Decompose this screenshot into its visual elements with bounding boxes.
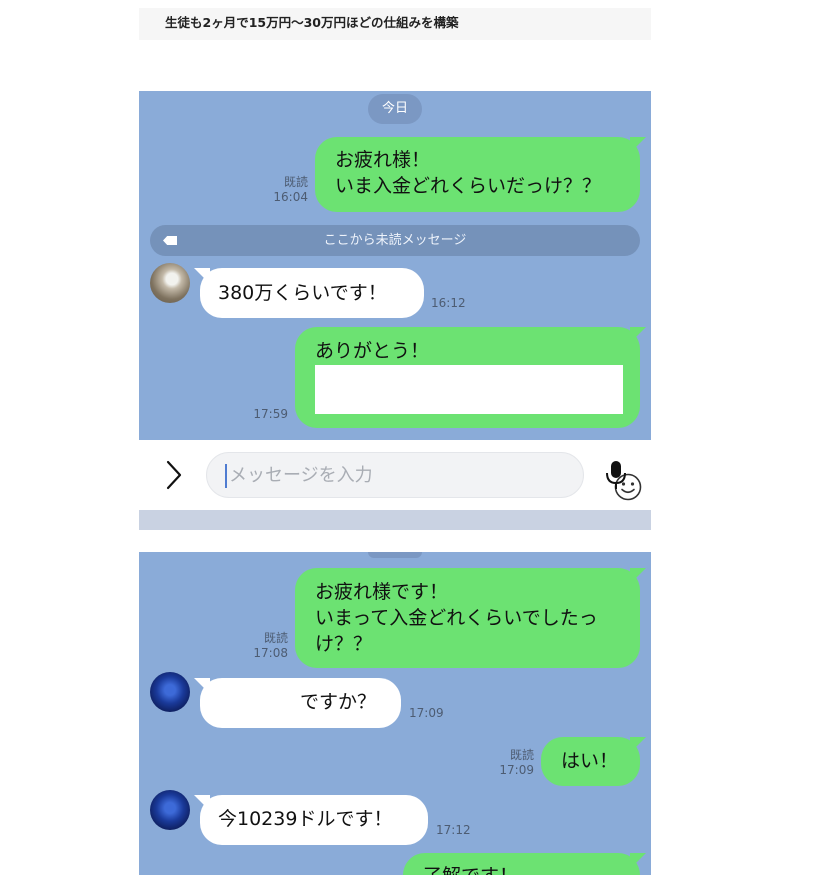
read-status: 既読 17:08 [253, 631, 288, 661]
message-line: いま入金どれくらいだっけ？？ [335, 175, 602, 197]
avatar[interactable] [150, 263, 190, 303]
message-text: 今10239ドルです！ [218, 808, 393, 830]
date-badge: 今日 [368, 94, 422, 124]
read-status: 既読 16:04 [273, 175, 308, 205]
date-badge-partial [368, 552, 422, 558]
chat-screenshot-1: 今日 既読 16:04 お疲れ様！ いま入金どれくらいだっけ？？ ここから未読メ… [139, 91, 651, 440]
message-line: け？？ [315, 633, 373, 655]
outgoing-message[interactable]: お疲れ様です！ いまって入金どれくらいでしたっ け？？ [295, 568, 640, 668]
outgoing-message[interactable]: お疲れ様！ いま入金どれくらいだっけ？？ [315, 137, 640, 212]
read-label: 既読 [509, 748, 534, 762]
redacted-area [315, 365, 623, 414]
caption-bar: 生徒も2ヶ月で15万円〜30万円ほどの仕組みを構築 [139, 8, 651, 40]
message-time: 17:59 [253, 407, 288, 421]
read-label: 既読 [283, 175, 308, 189]
read-label: 既読 [263, 631, 288, 645]
message-text: ありがとう！ [315, 340, 430, 362]
message-text: ですか？ [300, 691, 377, 713]
message-time: 16:12 [431, 296, 466, 310]
microphone-icon[interactable] [601, 458, 631, 492]
unread-divider-label: ここから未読メッセージ [323, 233, 467, 248]
message-time: 17:09 [499, 763, 534, 777]
keyboard-edge [139, 510, 651, 530]
chat-screenshot-2: 既読 17:08 お疲れ様です！ いまって入金どれくらいでしたっ け？？ ですか… [139, 552, 651, 875]
message-time: 17:12 [436, 823, 471, 837]
message-text: 了解です！ [423, 863, 640, 875]
message-input-placeholder: メッセージを入力 [229, 465, 373, 486]
outgoing-message[interactable]: ありがとう！ [295, 327, 640, 428]
message-text: 380万くらいです！ [218, 282, 387, 304]
message-text: はい！ [561, 750, 619, 772]
incoming-message[interactable]: ですか？ [200, 678, 401, 728]
outgoing-message[interactable]: はい！ [541, 737, 640, 786]
caption-text: 生徒も2ヶ月で15万円〜30万円ほどの仕組みを構築 [165, 15, 459, 30]
tag-icon [163, 236, 177, 245]
incoming-message[interactable]: 今10239ドルです！ [200, 795, 428, 845]
outgoing-message[interactable]: 了解です！ [403, 853, 640, 875]
avatar[interactable] [150, 672, 190, 712]
unread-divider: ここから未読メッセージ [150, 225, 640, 256]
message-input-bar: メッセージを入力 [139, 440, 651, 510]
incoming-message[interactable]: 380万くらいです！ [200, 268, 424, 318]
message-line: お疲れ様です！ [315, 581, 449, 603]
message-time: 16:04 [273, 190, 308, 204]
message-line: お疲れ様！ [335, 149, 431, 171]
message-time: 17:09 [409, 706, 444, 720]
read-status: 既読 17:09 [499, 748, 534, 778]
message-input[interactable]: メッセージを入力 [206, 452, 642, 501]
message-time: 17:08 [253, 646, 288, 660]
text-cursor [225, 464, 227, 488]
chevron-right-icon[interactable] [159, 458, 189, 492]
message-line: いまって入金どれくらいでしたっ [315, 607, 598, 629]
avatar[interactable] [150, 790, 190, 830]
